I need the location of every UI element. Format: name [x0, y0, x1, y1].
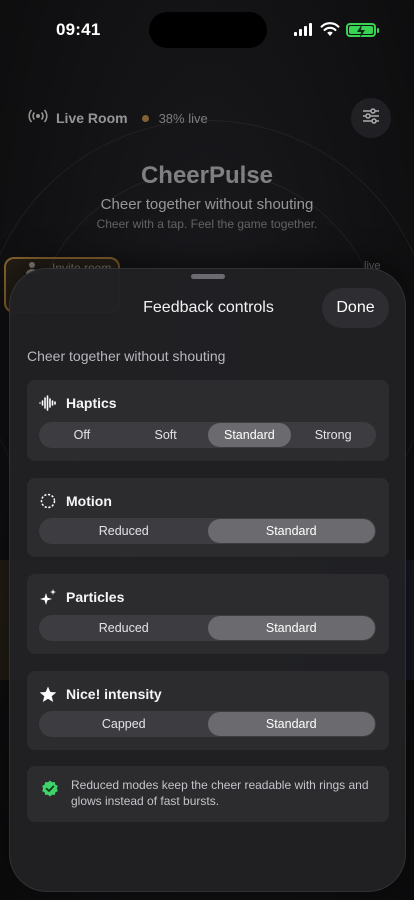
- sheet-grabber[interactable]: [191, 274, 225, 279]
- sliders-icon: [362, 107, 380, 129]
- live-room-label: Live Room: [56, 110, 128, 126]
- haptics-option-strong[interactable]: Strong: [291, 423, 375, 447]
- waveform-icon: [39, 394, 57, 412]
- status-time: 09:41: [56, 20, 101, 39]
- battery-charging-icon: [346, 23, 379, 38]
- settings-button[interactable]: [351, 98, 391, 138]
- motion-segmented-control: Reduced Standard: [39, 518, 376, 544]
- particles-label: Particles: [66, 589, 125, 605]
- sparkles-icon: [39, 588, 57, 606]
- particles-option-standard[interactable]: Standard: [207, 616, 375, 640]
- done-button[interactable]: Done: [322, 288, 389, 328]
- haptics-option-off[interactable]: Off: [40, 423, 124, 447]
- app-caption: Cheer with a tap. Feel the game together…: [96, 217, 318, 231]
- particles-card: Particles Reduced Standard: [27, 574, 389, 654]
- wifi-icon: [320, 21, 340, 37]
- dashed-circle-icon: [39, 492, 57, 510]
- haptics-option-standard[interactable]: Standard: [207, 423, 292, 447]
- star-icon: [39, 685, 57, 703]
- nice-intensity-option-standard[interactable]: Standard: [207, 712, 375, 736]
- feedback-controls-sheet: Feedback controls Done Cheer together wi…: [9, 268, 406, 892]
- broadcast-icon: [28, 108, 48, 128]
- live-dot: [141, 114, 149, 122]
- haptics-option-soft[interactable]: Soft: [124, 423, 208, 447]
- nice-intensity-option-capped[interactable]: Capped: [40, 712, 208, 736]
- nice-intensity-label: Nice! intensity: [66, 686, 162, 702]
- checkmark-seal-icon: [41, 780, 59, 798]
- live-percent: 38% live: [158, 110, 208, 126]
- sheet-subtitle: Cheer together without shouting: [27, 348, 226, 364]
- dynamic-island: [149, 12, 267, 48]
- particles-segmented-control: Reduced Standard: [39, 615, 376, 641]
- motion-card: Motion Reduced Standard: [27, 478, 389, 557]
- app-name: CheerPulse: [140, 162, 274, 189]
- info-note-text: Reduced modes keep the cheer readable wi…: [71, 778, 369, 808]
- motion-option-standard[interactable]: Standard: [207, 519, 375, 543]
- haptics-card: Haptics Off Soft Standard Strong: [27, 380, 389, 461]
- app-tagline: Cheer together without shouting: [100, 196, 314, 213]
- live-room-indicator: Live Room 38% live: [28, 108, 208, 128]
- haptics-segmented-control: Off Soft Standard Strong: [39, 422, 376, 448]
- motion-label: Motion: [66, 493, 112, 509]
- nice-intensity-segmented-control: Capped Standard: [39, 711, 376, 737]
- status-bar: 09:41: [0, 0, 414, 60]
- motion-option-reduced[interactable]: Reduced: [40, 519, 208, 543]
- info-note: Reduced modes keep the cheer readable wi…: [27, 766, 389, 822]
- particles-option-reduced[interactable]: Reduced: [40, 616, 208, 640]
- nice-intensity-card: Nice! intensity Capped Standard: [27, 671, 389, 750]
- haptics-label: Haptics: [66, 395, 117, 411]
- cellular-signal-icon: [294, 23, 314, 36]
